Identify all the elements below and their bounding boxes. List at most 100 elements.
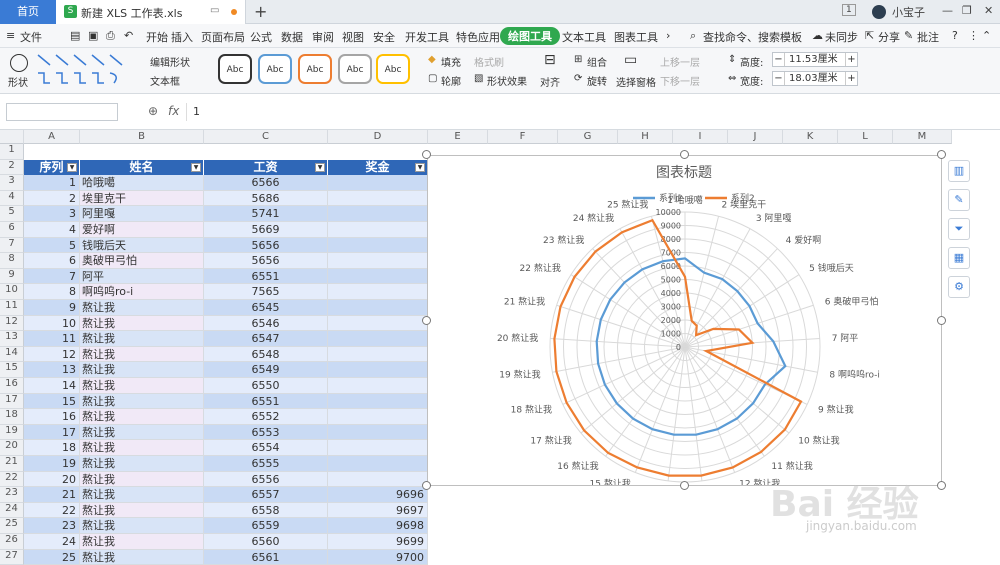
category-label[interactable]: 20 熬让我 (497, 332, 538, 344)
table-cell-salary[interactable]: 6552 (204, 409, 328, 425)
table-cell-salary[interactable]: 6555 (204, 456, 328, 472)
tab-count-badge[interactable]: 1 (842, 4, 856, 16)
table-cell-bonus[interactable] (328, 331, 428, 347)
table-cell-name[interactable]: 熬让我 (80, 409, 204, 425)
table-cell-bonus[interactable] (328, 362, 428, 378)
more-menu-icon[interactable]: › (666, 29, 670, 42)
chart-filter-icon[interactable]: ⏷ (948, 218, 970, 240)
table-cell-bonus[interactable] (328, 284, 428, 300)
row-header[interactable]: 2 (0, 159, 24, 176)
filter-dropdown-icon[interactable]: ▼ (415, 162, 425, 172)
width-stepper[interactable]: − 18.03厘米 + (772, 71, 858, 86)
table-cell-id[interactable]: 12 (24, 346, 80, 363)
table-cell-id[interactable]: 19 (24, 456, 80, 472)
table-cell-bonus[interactable] (328, 378, 428, 394)
collapse-icon[interactable]: ⌃ (982, 29, 991, 42)
table-cell-name[interactable]: 熬让我 (80, 424, 204, 441)
column-header-E[interactable]: E (428, 130, 488, 144)
table-cell-salary[interactable]: 6551 (204, 393, 328, 410)
restore-icon[interactable]: ❐ (962, 4, 972, 17)
select-all-corner[interactable] (0, 130, 24, 144)
table-cell-id[interactable]: 20 (24, 471, 80, 488)
home-tab[interactable]: 首页 (0, 0, 56, 24)
table-cell-id[interactable]: 11 (24, 331, 80, 347)
menu-tab-10[interactable]: 绘图工具 (500, 27, 560, 45)
row-header[interactable]: 15 (0, 362, 24, 378)
column-header-A[interactable]: A (24, 130, 80, 144)
table-cell-bonus[interactable]: 9697 (328, 502, 428, 519)
up-layer-button[interactable]: 上移一层 (660, 54, 700, 69)
table-cell-name[interactable]: 钱哦后天 (80, 237, 204, 254)
table-cell-id[interactable]: 4 (24, 222, 80, 238)
table-cell-name[interactable]: 熬让我 (80, 393, 204, 410)
row-header[interactable]: 19 (0, 424, 24, 441)
column-header-D[interactable]: D (328, 130, 428, 144)
table-cell-name[interactable]: 熬让我 (80, 362, 204, 378)
table-cell-bonus[interactable] (328, 206, 428, 222)
row-header[interactable]: 25 (0, 518, 24, 534)
table-cell-name[interactable]: 熬让我 (80, 440, 204, 456)
table-cell-id[interactable]: 18 (24, 440, 80, 456)
row-header[interactable]: 3 (0, 175, 24, 191)
category-label[interactable]: 11 熬让我 (771, 460, 812, 472)
table-cell-id[interactable]: 1 (24, 175, 80, 191)
new-tab-button[interactable]: + (254, 2, 267, 21)
row-header[interactable]: 22 (0, 471, 24, 488)
category-label[interactable]: 5 钱哦后天 (809, 262, 854, 274)
table-cell-id[interactable]: 25 (24, 549, 80, 565)
style-preset-2[interactable]: Abc (258, 54, 292, 84)
table-cell-bonus[interactable] (328, 315, 428, 332)
align-button[interactable]: 对齐 (540, 74, 560, 89)
table-cell-name[interactable]: 熬让我 (80, 549, 204, 565)
row-header[interactable]: 13 (0, 331, 24, 347)
menu-icon[interactable]: ≡ (6, 29, 15, 42)
row-header[interactable]: 17 (0, 393, 24, 410)
table-cell-name[interactable]: 阿平 (80, 268, 204, 285)
column-header-L[interactable]: L (838, 130, 893, 144)
radar-chart[interactable]: 图表标题 系列1 系列2 0 1000 2000 3000 4000 5000 6000 700… (427, 155, 942, 499)
shape-gallery[interactable] (36, 53, 142, 87)
category-label[interactable]: 1 哈哦噶 (667, 194, 703, 206)
row-header[interactable]: 26 (0, 534, 24, 550)
chart-elements-icon[interactable]: ▥ (948, 160, 970, 182)
table-cell-bonus[interactable] (328, 222, 428, 238)
table-cell-salary[interactable]: 6551 (204, 268, 328, 285)
category-label[interactable]: 17 熬让我 (530, 435, 571, 447)
width-plus-button[interactable]: + (845, 72, 857, 85)
row-header[interactable]: 18 (0, 409, 24, 425)
resize-handle[interactable] (679, 481, 689, 490)
select-pane-button[interactable]: 选择窗格 (616, 74, 656, 89)
chart-settings-icon[interactable]: ⚙ (948, 276, 970, 298)
table-cell-name[interactable]: 熬让我 (80, 378, 204, 394)
table-cell-salary[interactable]: 6566 (204, 175, 328, 191)
table-cell-bonus[interactable] (328, 346, 428, 363)
group-button[interactable]: 组合 (587, 54, 607, 69)
menu-tab-2[interactable]: 页面布局 (201, 29, 245, 45)
sync-status[interactable]: 未同步 (825, 29, 858, 45)
comment-button[interactable]: 批注 (917, 29, 939, 45)
table-cell-salary[interactable]: 6550 (204, 378, 328, 394)
print-icon[interactable]: ⎙ (106, 29, 115, 43)
table-cell-salary[interactable]: 6559 (204, 518, 328, 534)
height-minus-button[interactable]: − (773, 53, 785, 66)
edit-shape-button[interactable]: 编辑形状 (150, 54, 190, 69)
table-cell-id[interactable]: 10 (24, 315, 80, 332)
table-cell-salary[interactable]: 6560 (204, 534, 328, 550)
row-header[interactable]: 6 (0, 222, 24, 238)
table-cell-salary[interactable]: 6557 (204, 487, 328, 503)
table-cell-bonus[interactable] (328, 409, 428, 425)
table-cell-salary[interactable]: 6553 (204, 424, 328, 441)
column-header-G[interactable]: G (558, 130, 618, 144)
resize-handle[interactable] (679, 150, 689, 159)
column-header-M[interactable]: M (893, 130, 952, 144)
table-cell-id[interactable]: 24 (24, 534, 80, 550)
table-cell-salary[interactable]: 5656 (204, 253, 328, 269)
table-cell-salary[interactable]: 7565 (204, 284, 328, 300)
row-header[interactable]: 16 (0, 378, 24, 394)
table-cell-id[interactable]: 5 (24, 237, 80, 254)
resize-handle[interactable] (937, 315, 946, 325)
width-value[interactable]: 18.03厘米 (789, 72, 838, 85)
table-cell-salary[interactable]: 6546 (204, 315, 328, 332)
table-cell-bonus[interactable] (328, 237, 428, 254)
table-cell-id[interactable]: 15 (24, 393, 80, 410)
